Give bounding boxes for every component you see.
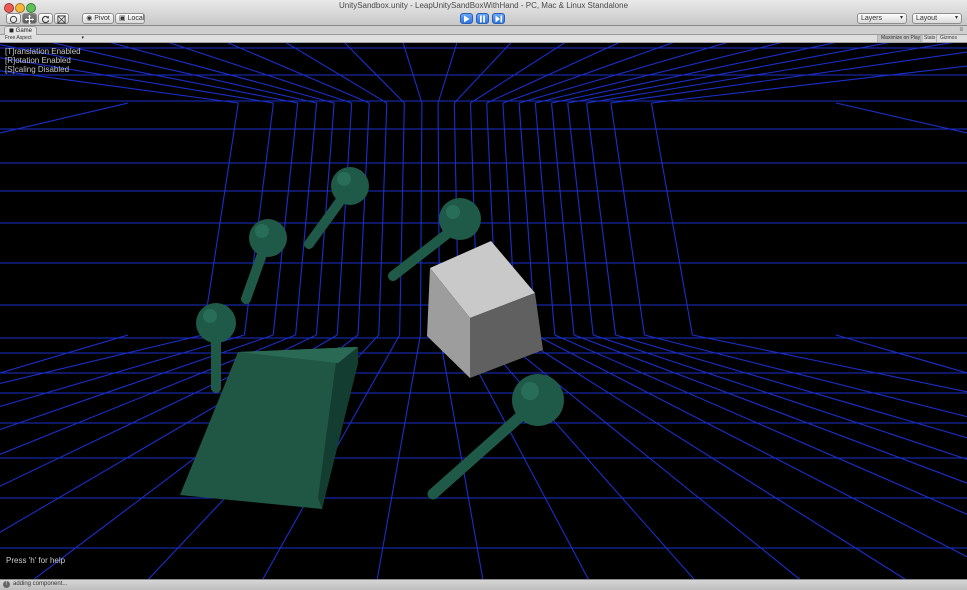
step-button[interactable]	[492, 13, 505, 24]
grid-line	[835, 334, 967, 374]
grid-line	[295, 102, 318, 336]
game-view[interactable]: [T]ranslation Enabled [R]otation Enabled…	[0, 43, 967, 579]
pivot-label: Pivot	[94, 15, 110, 22]
chevron-down-icon: ▾	[954, 15, 958, 21]
chevron-down-icon: ▾	[81, 35, 84, 41]
layout-label: Layout	[916, 15, 938, 22]
move-tool-button[interactable]	[22, 13, 37, 24]
grid-line	[336, 102, 353, 336]
grid-line	[470, 43, 566, 104]
rotate-tool-button[interactable]	[38, 13, 53, 24]
grid-line	[551, 43, 836, 104]
local-label: Local	[127, 15, 145, 22]
grid-line	[610, 102, 645, 336]
unity-toolbar: UnitySandbox.unity - LeapUnitySandBoxWit…	[0, 0, 967, 26]
grid-line	[593, 334, 967, 460]
hand-tool-button[interactable]	[6, 13, 21, 24]
tab-game[interactable]: ◼ Game	[4, 26, 37, 35]
rotation-status: [R]otation Enabled	[5, 56, 71, 65]
aspect-dropdown[interactable]: Free Aspect ▾	[2, 35, 86, 42]
play-icon	[464, 15, 470, 23]
help-hint: Press 'h' for help	[6, 556, 66, 565]
rotate-icon	[41, 15, 50, 24]
grid-line	[535, 334, 967, 558]
local-toggle-button[interactable]: ▣ Local	[115, 13, 145, 24]
grid-line	[0, 334, 203, 385]
scene-render	[0, 43, 967, 579]
step-icon	[495, 15, 502, 23]
move-arrows-icon	[25, 15, 34, 24]
status-message[interactable]: adding component...	[13, 581, 67, 587]
pivot-toggle-button[interactable]: ◉ Pivot	[82, 13, 114, 24]
grid-line	[344, 43, 405, 104]
grid-line	[573, 334, 967, 484]
info-icon: !	[3, 581, 10, 588]
play-button[interactable]	[460, 13, 473, 24]
finger-5	[427, 374, 564, 500]
grid-line	[378, 102, 388, 336]
grid-line	[692, 334, 967, 393]
pause-icon	[480, 15, 485, 23]
panel-menu-icon[interactable]: ≡	[959, 26, 963, 34]
grid-line	[615, 334, 967, 439]
grid-line	[402, 43, 423, 104]
aspect-label: Free Aspect	[5, 35, 32, 41]
scaling-status: [S]caling Disabled	[5, 65, 70, 74]
grid-line	[357, 102, 370, 336]
grid-line	[644, 334, 967, 418]
finger-3	[304, 167, 369, 249]
window-title: UnitySandbox.unity - LeapUnitySandBoxWit…	[338, 1, 629, 10]
translation-status: [T]ranslation Enabled	[5, 47, 81, 56]
pause-button[interactable]	[476, 13, 489, 24]
scale-tool-button[interactable]	[54, 13, 69, 24]
status-bar: ! adding component...	[0, 579, 967, 590]
grid-line	[202, 102, 239, 336]
pivot-icon: ◉	[86, 15, 93, 22]
hand-icon	[9, 15, 18, 24]
grid-line	[285, 43, 388, 104]
grid-line	[272, 102, 299, 336]
grid-line	[554, 334, 967, 515]
grid-line	[496, 334, 801, 579]
grid-line	[0, 334, 129, 374]
grid-line	[477, 334, 695, 579]
grid-line	[650, 102, 693, 336]
grid-line	[109, 43, 335, 104]
grid-line	[651, 65, 967, 104]
grid-line	[586, 102, 617, 336]
game-view-toolbar: Free Aspect ▾ Maximize on Play Stats Giz…	[0, 35, 967, 43]
scale-icon	[57, 15, 66, 24]
grid-line	[453, 43, 512, 104]
maximize-on-play-toggle[interactable]: Maximize on Play	[877, 35, 924, 42]
layers-dropdown[interactable]: Layers ▾	[857, 13, 907, 24]
grid-line	[550, 102, 575, 336]
layers-label: Layers	[861, 15, 883, 22]
grid-line	[399, 102, 405, 336]
game-tab-label: Game	[15, 28, 32, 34]
gizmos-toggle[interactable]: Gizmos	[936, 35, 960, 42]
grid-line	[567, 102, 594, 336]
chevron-down-icon: ▾	[899, 15, 903, 21]
grid-line	[419, 102, 423, 336]
grid-line	[376, 334, 421, 579]
grid-line	[516, 334, 906, 579]
layout-dropdown[interactable]: Layout ▾	[912, 13, 962, 24]
global-icon: ▣	[119, 15, 126, 22]
tab-bar: ◼ Game ≡	[0, 26, 967, 35]
game-icon: ◼	[9, 28, 14, 34]
grid-line	[534, 102, 556, 336]
grid-line	[227, 43, 370, 104]
grid-line	[437, 43, 458, 104]
